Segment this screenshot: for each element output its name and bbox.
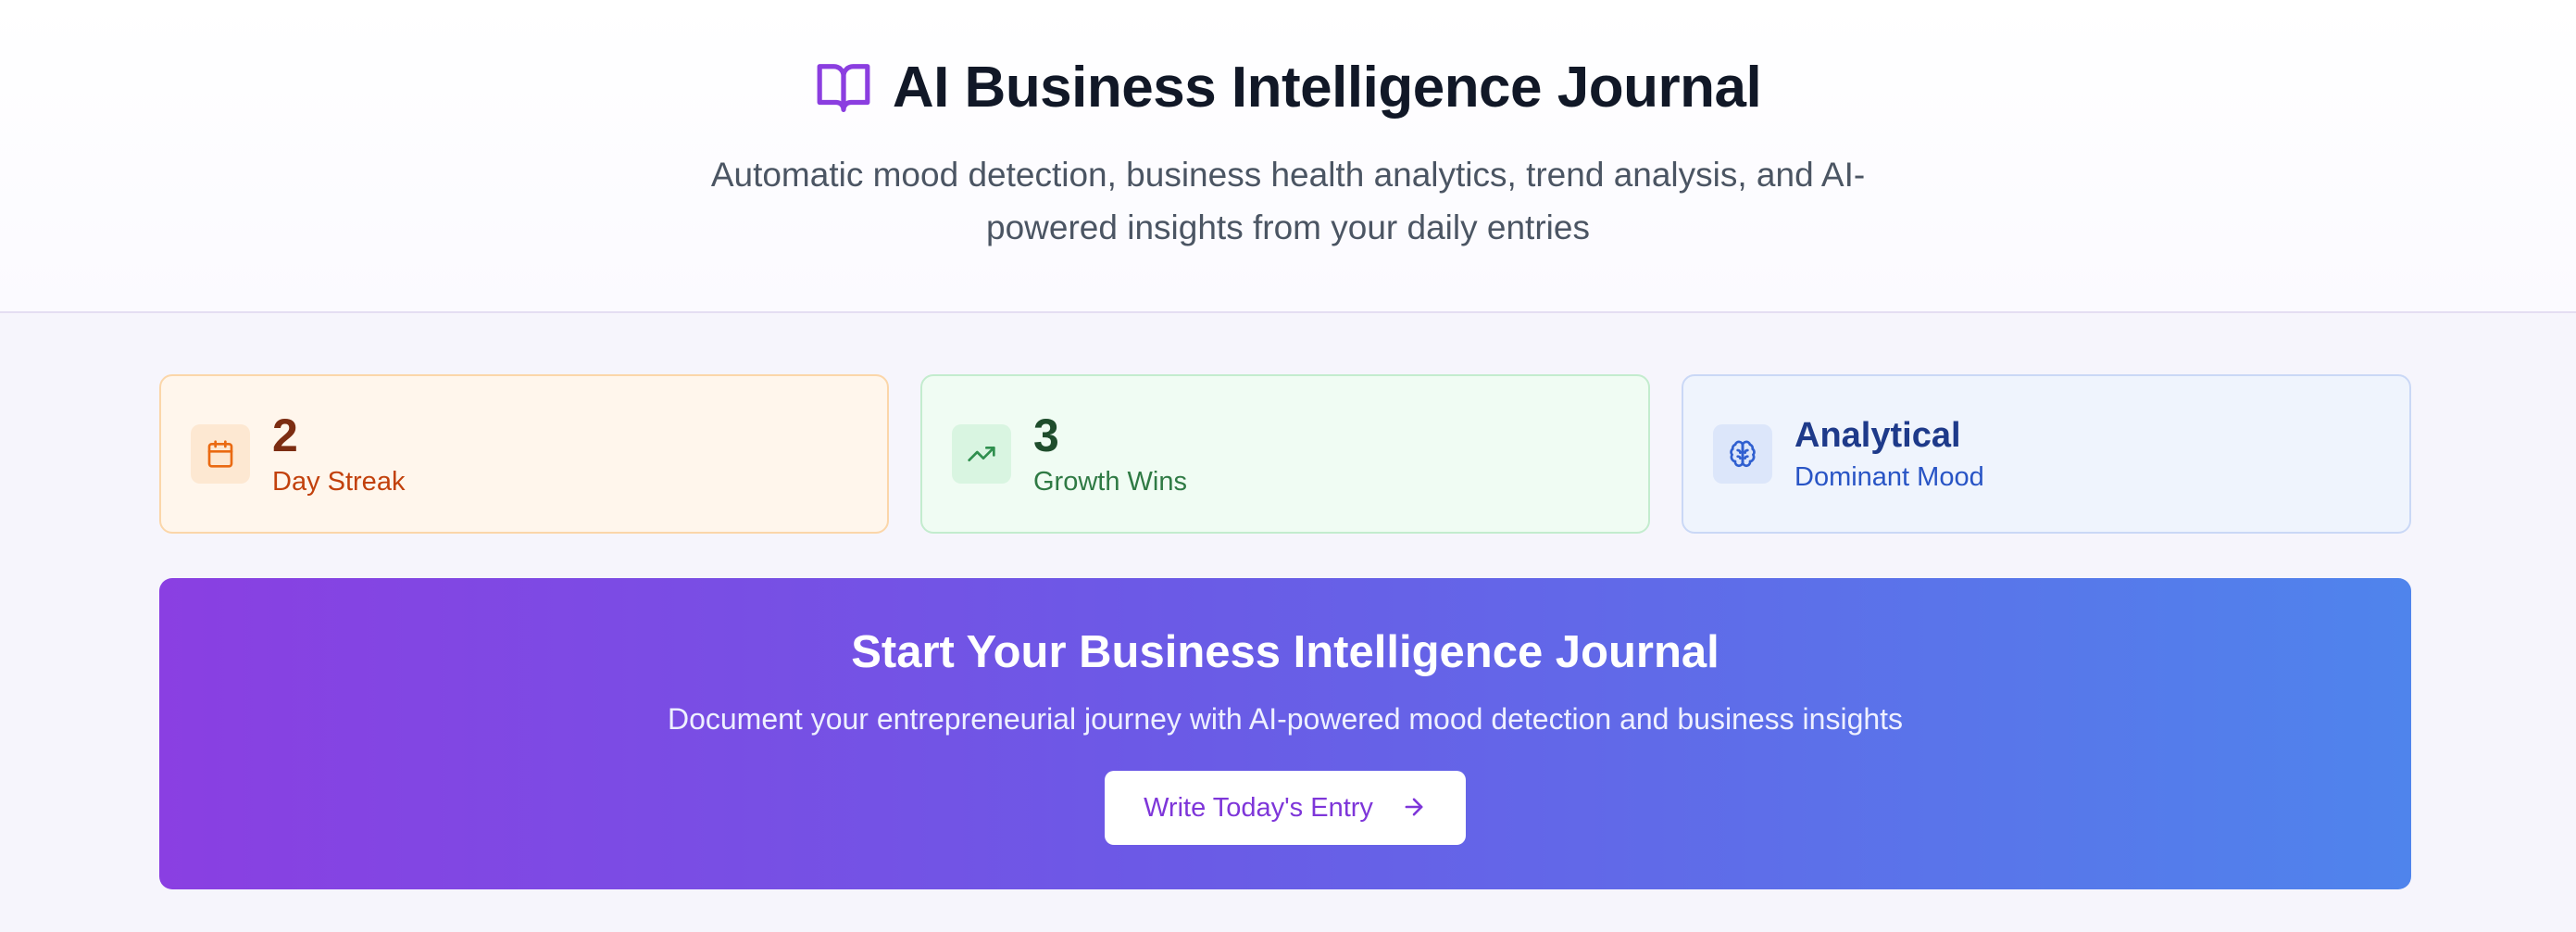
page-subtitle: Automatic mood detection, business healt… [710,156,1866,246]
stat-label: Day Streak [272,467,406,497]
stat-value: 2 [272,409,298,461]
stat-label: Dominant Mood [1794,462,1984,492]
cta-description: Document your entrepreneurial journey wi… [667,702,1904,736]
stat-value: 3 [1033,409,1059,461]
stat-value: Analytical [1794,416,1961,455]
title-row: AI Business Intelligence Journal [0,48,2576,128]
open-book-icon [815,59,872,117]
cta-title: Start Your Business Intelligence Journal [851,627,1719,677]
trending-up-icon [952,424,1011,484]
page-title: AI Business Intelligence Journal [892,56,1762,120]
stat-label: Growth Wins [1033,467,1187,497]
stat-card-day-streak: 2 Day Streak [159,374,889,534]
arrow-right-icon [1401,794,1427,823]
stat-card-growth-wins: 3 Growth Wins [920,374,1650,534]
page-header: AI Business Intelligence Journal Automat… [0,0,2576,313]
write-entry-button-label: Write Today's Entry [1144,792,1373,823]
brain-icon [1713,424,1772,484]
stat-card-dominant-mood: Analytical Dominant Mood [1682,374,2411,534]
stats-row: 2 Day Streak 3 Growth Wins Analytical Do… [159,374,2411,534]
cta-banner: Start Your Business Intelligence Journal… [159,578,2411,889]
calendar-icon [191,424,250,484]
write-entry-button[interactable]: Write Today's Entry [1105,771,1466,845]
